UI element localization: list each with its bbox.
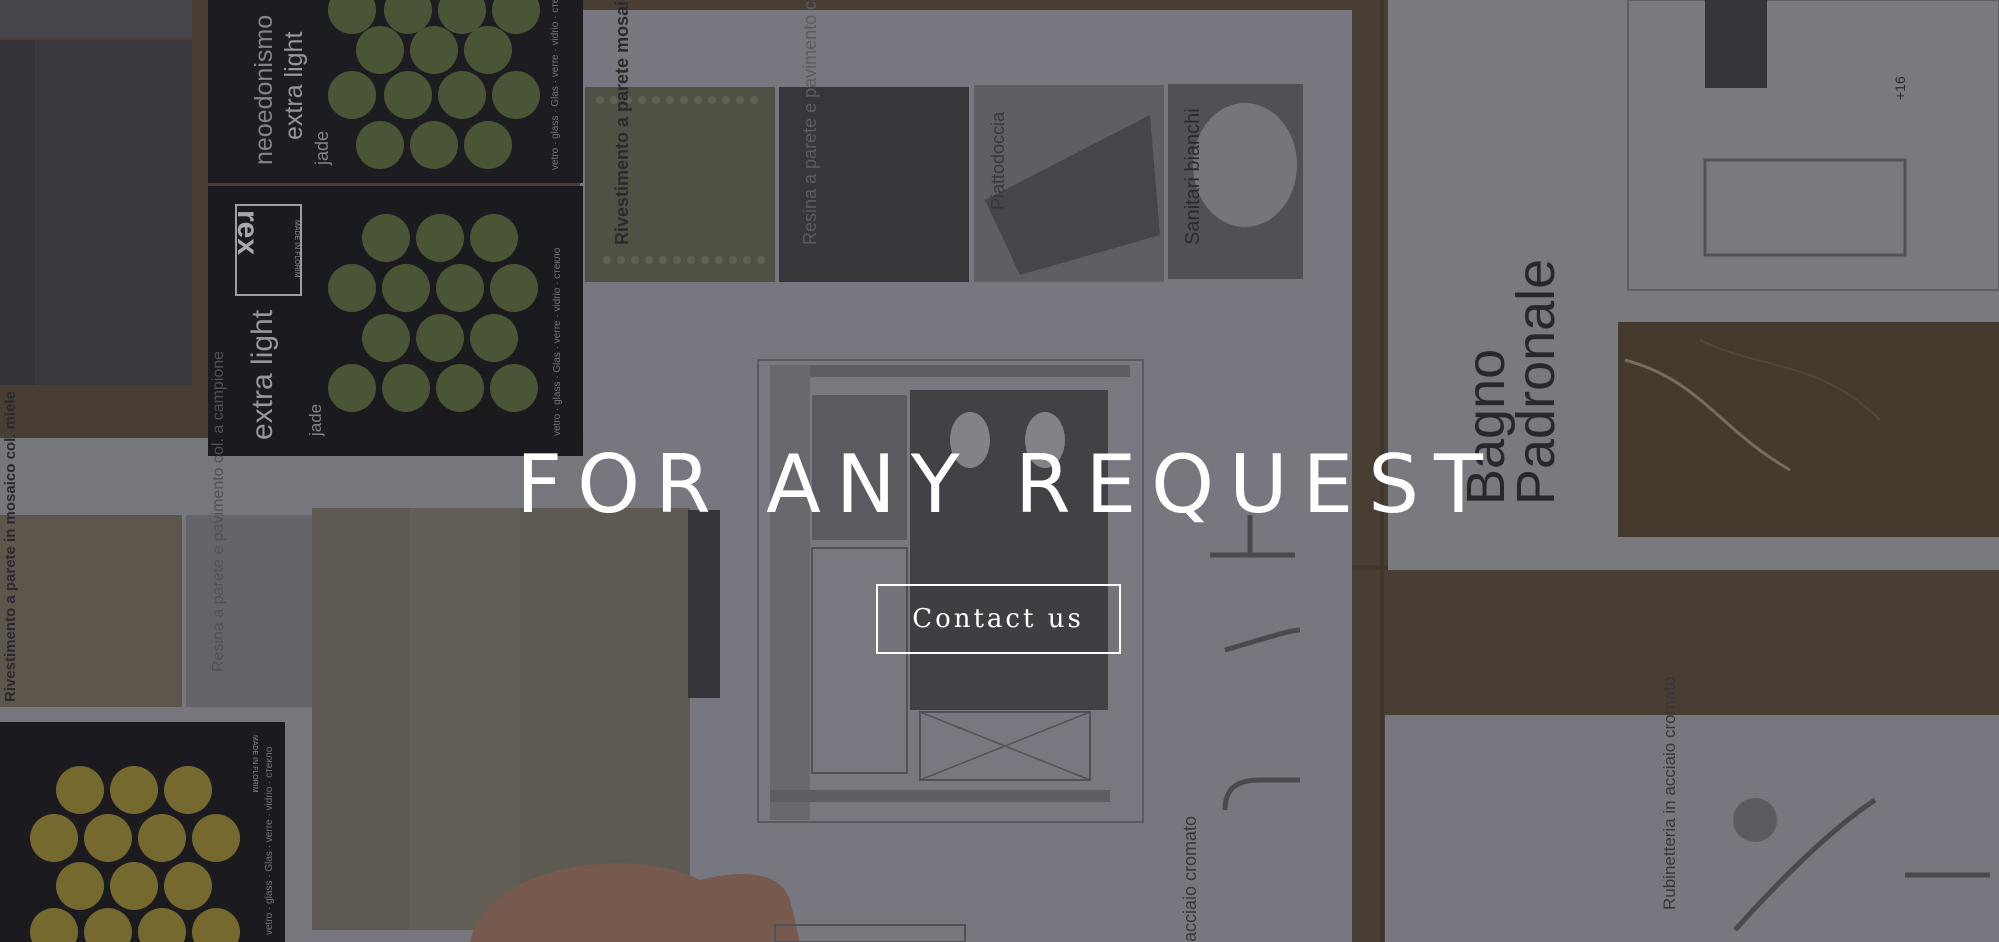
call-to-action: FOR ANY REQUEST Contact us	[0, 430, 1999, 654]
hero-section: neoedonismo extra light jade vetro · gla…	[0, 0, 1999, 942]
hero-headline: FOR ANY REQUEST	[516, 438, 1498, 531]
contact-us-button[interactable]: Contact us	[875, 584, 1121, 654]
